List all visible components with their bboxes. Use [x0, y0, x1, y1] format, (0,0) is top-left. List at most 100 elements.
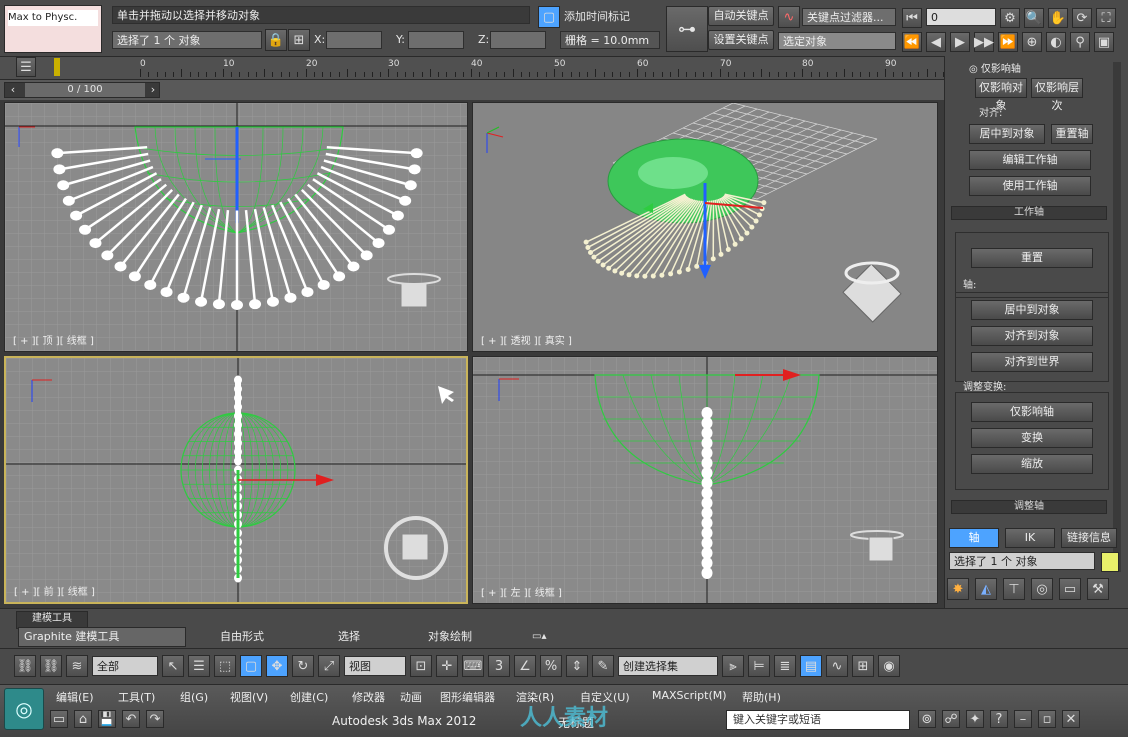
spinner-snap-icon[interactable]: ⇕ [566, 655, 588, 677]
ribbon-minimize-icon[interactable]: ▭▴ [532, 631, 546, 642]
maximize-icon[interactable]: ⛶ [1096, 8, 1116, 28]
tab-link-info[interactable]: 链接信息 [1061, 528, 1117, 548]
viewport-perspective[interactable]: [ + ][ 透视 ][ 真实 ] [472, 102, 938, 352]
window-crossing-icon[interactable]: ▢ [240, 655, 262, 677]
slider-right-icon[interactable]: › [145, 83, 161, 97]
lock-icon[interactable]: 🔒 [265, 29, 287, 51]
undo-icon[interactable]: ↶ [122, 710, 140, 728]
curve-icon[interactable]: ∿ [778, 6, 800, 28]
selection-set-dropdown[interactable]: 选定对象 [778, 32, 896, 50]
mirror-icon[interactable]: ⫸ [722, 655, 744, 677]
pivot-center-icon[interactable]: ⊡ [410, 655, 432, 677]
affect-pivot-header[interactable]: ◎ 仅影响轴 [969, 60, 1021, 75]
save-file-icon[interactable]: 💾 [98, 710, 116, 728]
align-world-button[interactable]: 对齐到世界 [971, 352, 1093, 372]
angle-snap-icon[interactable]: ∠ [514, 655, 536, 677]
search-input[interactable]: 键入关键字或短语 [726, 710, 910, 730]
prev-frame-icon[interactable]: ◀ [926, 32, 946, 52]
adjust-pivot-rollout[interactable]: 调整轴 [951, 500, 1107, 514]
rect-selection-icon[interactable]: ⬚ [214, 655, 236, 677]
ribbon-tab-freeform[interactable]: 自由形式 [220, 628, 264, 644]
material-preset-box[interactable]: Max to Physc. [4, 5, 102, 53]
viewport-top-label[interactable]: [ + ][ 顶 ][ 线框 ] [13, 332, 94, 347]
keyboard-shortcut-icon[interactable]: ⌨ [462, 655, 484, 677]
hierarchy-icon[interactable]: ⊤ [1003, 578, 1025, 600]
viewport-front-label[interactable]: [ + ][ 前 ][ 线框 ] [14, 583, 95, 598]
link-icon[interactable]: ⛓ [14, 655, 36, 677]
display-icon[interactable]: ▭ [1059, 578, 1081, 600]
next-key-icon[interactable]: ⏩ [998, 32, 1018, 52]
utilities-icon[interactable]: ⚒ [1087, 578, 1109, 600]
menu-item[interactable]: 视图(V) [230, 689, 268, 705]
auto-key-button[interactable]: 自动关键点 [708, 6, 774, 26]
motion-icon[interactable]: ◎ [1031, 578, 1053, 600]
menu-item[interactable]: 动画 [400, 689, 422, 705]
selection-filter-dropdown[interactable]: 全部 [92, 656, 158, 676]
track-bar[interactable]: ☰ 0102030405060708090100 [0, 56, 944, 80]
time-slider[interactable]: ‹ 0 / 100 › [4, 82, 160, 98]
menu-item[interactable]: 工具(T) [118, 689, 155, 705]
percent-snap-icon[interactable]: % [540, 655, 562, 677]
scale-button[interactable]: 缩放 [971, 454, 1093, 474]
time-config-icon[interactable]: ⚙ [1000, 8, 1020, 28]
region-zoom-icon[interactable]: ▣ [1094, 32, 1114, 52]
minimize-icon[interactable]: – [1014, 710, 1032, 728]
transform-button[interactable]: 变换 [971, 428, 1093, 448]
open-file-icon[interactable]: ⌂ [74, 710, 92, 728]
pan-icon[interactable]: ✋ [1048, 8, 1068, 28]
ribbon-tab-object-paint[interactable]: 对象绘制 [428, 628, 472, 644]
rotate-icon[interactable]: ↻ [292, 655, 314, 677]
key-icon[interactable]: ⊶ [666, 6, 708, 52]
viewport-front[interactable]: [ + ][ 前 ][ 线框 ] [4, 356, 468, 604]
graphite-toggle-icon[interactable]: ▤ [800, 655, 822, 677]
menu-item[interactable]: 图形编辑器 [440, 689, 495, 705]
tab-pivot[interactable]: 轴 [949, 528, 999, 548]
next-frame-icon[interactable]: ▶▶ [974, 32, 994, 52]
material-editor-icon[interactable]: ◉ [878, 655, 900, 677]
viewport-left[interactable]: [ + ][ 左 ][ 线框 ] [472, 356, 938, 604]
viewport-perspective-label[interactable]: [ + ][ 透视 ][ 真实 ] [481, 332, 572, 347]
ribbon-tab-graphite[interactable]: Graphite 建模工具 [24, 628, 119, 644]
z-coordinate-field[interactable] [490, 31, 546, 49]
walk-icon[interactable]: ⚲ [1070, 32, 1090, 52]
binoculars-icon[interactable]: ⊚ [918, 710, 936, 728]
set-key-button[interactable]: 设置关键点 [708, 30, 774, 50]
edit-named-selection-icon[interactable]: ✎ [592, 655, 614, 677]
select-object-icon[interactable]: ↖ [162, 655, 184, 677]
menu-item[interactable]: 创建(C) [290, 689, 328, 705]
zoom-all-icon[interactable]: ⊕ [1022, 32, 1042, 52]
reset-button[interactable]: 重置 [971, 248, 1093, 268]
object-name-field[interactable]: 选择了 1 个 对象 [949, 552, 1095, 570]
menu-item[interactable]: 编辑(E) [56, 689, 94, 705]
select-manipulate-icon[interactable]: ✛ [436, 655, 458, 677]
ribbon-tab-selection[interactable]: 选择 [338, 628, 360, 644]
move-icon[interactable]: ✥ [266, 655, 288, 677]
work-pivot-rollout[interactable]: 工作轴 [951, 206, 1107, 220]
curve-editor-icon[interactable]: ∿ [826, 655, 848, 677]
tab-ik[interactable]: IK [1005, 528, 1055, 548]
slider-left-icon[interactable]: ‹ [5, 83, 21, 97]
x-coordinate-field[interactable] [326, 31, 382, 49]
center-button[interactable]: 居中到对象 [971, 300, 1093, 320]
center-to-object-button[interactable]: 居中到对象 [969, 124, 1045, 144]
subscription-icon[interactable]: ☍ [942, 710, 960, 728]
create-icon[interactable]: ✸ [947, 578, 969, 600]
restore-icon[interactable]: ▫ [1038, 710, 1056, 728]
object-color-swatch[interactable] [1101, 552, 1119, 572]
reference-coord-dropdown[interactable]: 视图 [344, 656, 406, 676]
align-icon[interactable]: ⊨ [748, 655, 770, 677]
menu-item[interactable]: MAXScript(M) [652, 689, 727, 702]
menu-item[interactable]: 帮助(H) [742, 689, 781, 705]
align-object-button[interactable]: 对齐到对象 [971, 326, 1093, 346]
reset-pivot-button[interactable]: 重置轴 [1051, 124, 1093, 144]
orbit-icon[interactable]: ⟳ [1072, 8, 1092, 28]
select-by-name-icon[interactable]: ☰ [188, 655, 210, 677]
play-icon[interactable]: ▶ [950, 32, 970, 52]
goto-start-icon[interactable]: ⏮ [902, 8, 922, 28]
time-tag-icon[interactable]: ▢ [538, 6, 560, 28]
zoom-icon[interactable]: 🔍 [1024, 8, 1044, 28]
prev-key-icon[interactable]: ⏪ [902, 32, 922, 52]
menu-item[interactable]: 修改器 [352, 689, 385, 705]
close-icon[interactable]: ✕ [1062, 710, 1080, 728]
field-of-view-icon[interactable]: ◐ [1046, 32, 1066, 52]
